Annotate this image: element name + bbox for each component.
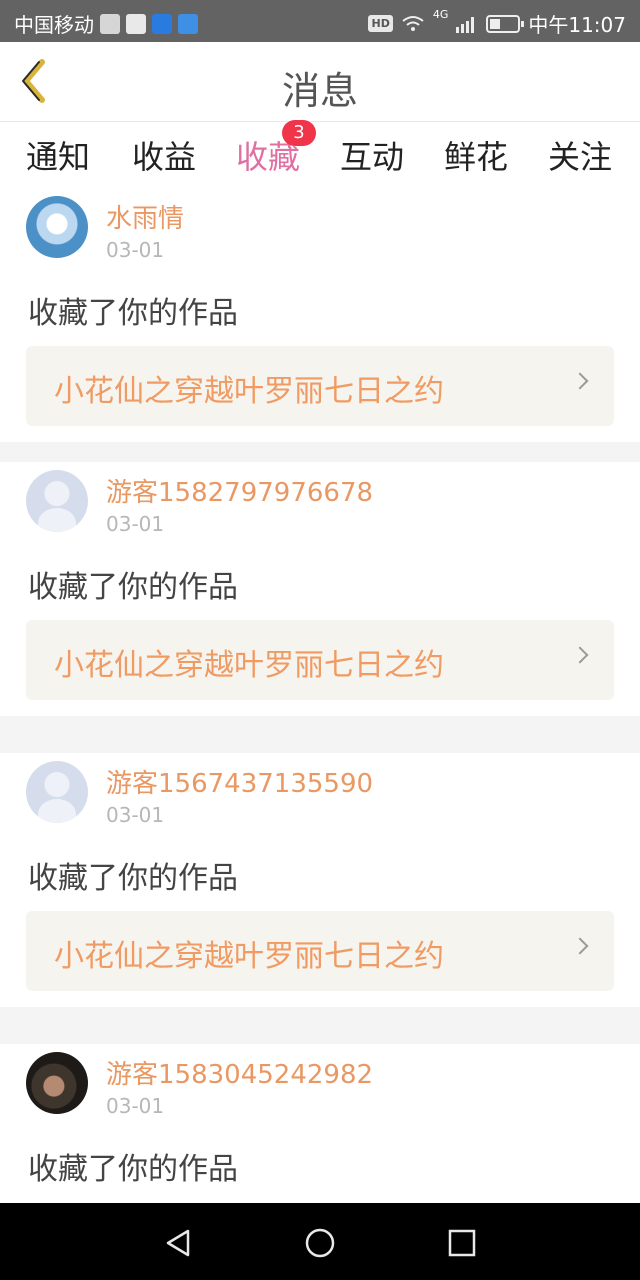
work-link[interactable]: 小花仙之穿越叶罗丽七日之约 [26,346,614,426]
work-link[interactable]: 小花仙之穿越叶罗丽七日之约 [26,620,614,700]
tab-flowers[interactable]: 鲜花 [424,132,528,178]
app-icon [178,13,198,34]
work-title: 小花仙之穿越叶罗丽七日之约 [54,939,444,974]
carrier-label: 中国移动 [14,13,94,37]
chevron-right-icon [571,372,589,390]
recents-square-icon[interactable] [444,1225,480,1261]
action-text: 收藏了你的作品 [28,861,238,896]
home-circle-icon[interactable] [302,1225,338,1261]
tab-notifications[interactable]: 通知 [6,132,110,178]
tab-earnings[interactable]: 收益 [112,132,216,178]
tab-favorites[interactable]: 收藏 3 [216,120,320,192]
status-left: 中国移动 [14,9,198,38]
unread-badge: 3 [282,120,316,146]
app-icon [152,13,172,34]
chevron-right-icon [571,646,589,664]
message-card: 水雨情 03-01 收藏了你的作品 小花仙之穿越叶罗丽七日之约 [0,188,640,442]
header: 消息 [0,42,640,122]
network-type-label: 4G [432,8,449,21]
hd-badge: HD [368,15,393,32]
work-title: 小花仙之穿越叶罗丽七日之约 [54,374,444,409]
app-icon [126,13,146,34]
battery-icon [486,14,525,33]
status-right: HD 4G 中午11:07 [368,9,626,38]
avatar[interactable] [26,1052,88,1114]
work-link[interactable]: 小花仙之穿越叶罗丽七日之约 [26,911,614,991]
back-triangle-icon[interactable] [160,1225,196,1261]
username[interactable]: 游客1582797976678 [106,472,373,509]
timestamp: 03-01 [106,238,165,262]
page-title: 消息 [281,69,358,113]
timestamp: 03-01 [106,803,165,827]
signal-icon [456,16,475,33]
avatar[interactable] [26,470,88,532]
username[interactable]: 水雨情 [106,198,184,235]
work-title: 小花仙之穿越叶罗丽七日之约 [54,648,444,683]
tab-interactions[interactable]: 互动 [320,132,424,178]
username[interactable]: 游客1567437135590 [106,763,373,800]
message-card: 游客1583045242982 03-01 收藏了你的作品 [0,1044,640,1203]
wifi-icon [402,15,424,31]
action-text: 收藏了你的作品 [28,1152,238,1187]
username[interactable]: 游客1583045242982 [106,1054,373,1091]
system-nav-bar [0,1203,640,1280]
action-text: 收藏了你的作品 [28,296,238,331]
activity-icon [100,13,120,34]
message-card: 游客1582797976678 03-01 收藏了你的作品 小花仙之穿越叶罗丽七… [0,462,640,716]
status-bar: 中国移动 HD 4G 中午11:07 [0,0,640,42]
tab-following[interactable]: 关注 [528,132,632,178]
tab-bar: 通知 收益 收藏 3 互动 鲜花 关注 [0,120,640,192]
action-text: 收藏了你的作品 [28,570,238,605]
timestamp: 03-01 [106,1094,165,1118]
timestamp: 03-01 [106,512,165,536]
clock: 中午11:07 [528,13,626,37]
chevron-right-icon [571,937,589,955]
avatar[interactable] [26,761,88,823]
avatar[interactable] [26,196,88,258]
message-card: 游客1567437135590 03-01 收藏了你的作品 小花仙之穿越叶罗丽七… [0,753,640,1007]
